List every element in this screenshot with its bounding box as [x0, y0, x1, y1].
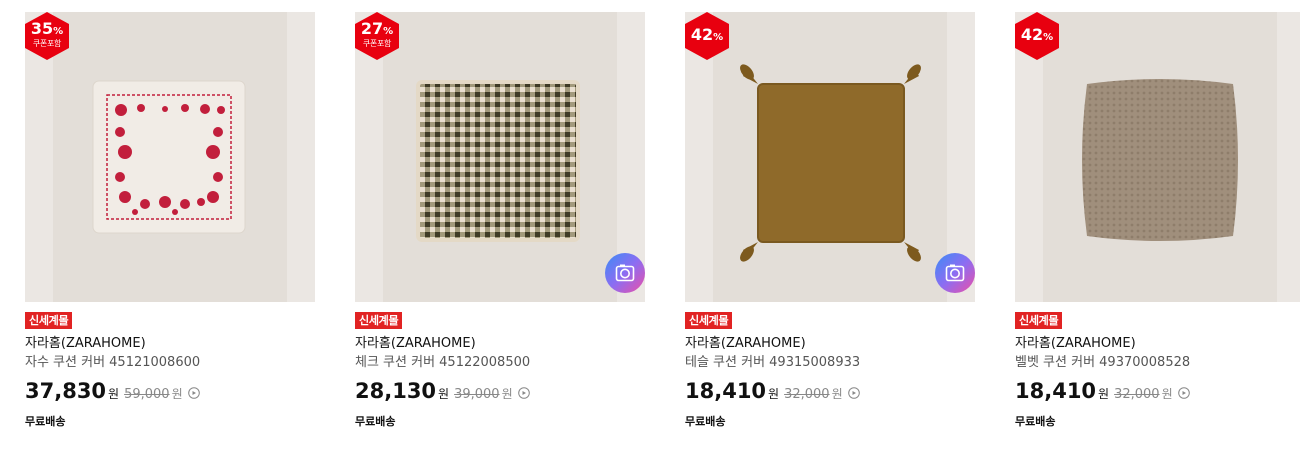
- info-circle-icon[interactable]: [1177, 387, 1190, 399]
- camera-icon: [615, 264, 635, 282]
- product-card[interactable]: 35% 쿠폰포함 신세계몰 자라홈(ZARAHOME) 자수 쿠션 커버 451…: [25, 12, 315, 452]
- brand-name[interactable]: 자라홈(ZARAHOME): [355, 336, 476, 352]
- sale-price: 18,410: [685, 379, 767, 403]
- product-name[interactable]: 자수 쿠션 커버 45121008600: [25, 355, 200, 371]
- mall-tag: 신세계몰: [1015, 312, 1063, 329]
- price-unit: 원: [768, 387, 780, 401]
- shipping-label: 무료배송: [25, 415, 66, 428]
- discount-badge: 42%: [1015, 12, 1059, 60]
- price-row: 37,830 원 59,000 원: [25, 378, 200, 404]
- discount-badge: 42%: [685, 12, 729, 60]
- product-image[interactable]: 27% 쿠폰포함: [355, 12, 645, 302]
- original-price-unit: 원: [171, 387, 183, 401]
- brand-name[interactable]: 자라홈(ZARAHOME): [1015, 336, 1136, 352]
- original-price-unit: 원: [1161, 387, 1173, 401]
- sale-price: 18,410: [1015, 379, 1097, 403]
- mall-tag: 신세계몰: [25, 312, 73, 329]
- discount-percent: 35: [30, 19, 54, 38]
- photo-review-button[interactable]: [605, 253, 645, 293]
- product-card[interactable]: 42% 신세계몰 자라홈(ZARAHOME) 테슬 쿠션 커버 49315008…: [685, 12, 975, 452]
- product-image[interactable]: 42%: [1015, 12, 1300, 302]
- sale-price: 37,830: [25, 379, 107, 403]
- camera-icon: [945, 264, 965, 282]
- shipping-label: 무료배송: [355, 415, 396, 428]
- photo-review-button[interactable]: [935, 253, 975, 293]
- product-grid: 35% 쿠폰포함 신세계몰 자라홈(ZARAHOME) 자수 쿠션 커버 451…: [0, 0, 1300, 467]
- info-circle-icon[interactable]: [847, 387, 860, 399]
- discount-percent: 42: [1020, 25, 1044, 44]
- shipping-label: 무료배송: [685, 415, 726, 428]
- brand-name[interactable]: 자라홈(ZARAHOME): [685, 336, 806, 352]
- product-name[interactable]: 벨벳 쿠션 커버 49370008528: [1015, 355, 1190, 371]
- original-price-unit: 원: [501, 387, 513, 401]
- discount-badge: 35% 쿠폰포함: [25, 12, 69, 60]
- discount-percent: 42: [690, 25, 714, 44]
- original-price-unit: 원: [831, 387, 843, 401]
- brand-name[interactable]: 자라홈(ZARAHOME): [25, 336, 146, 352]
- product-card[interactable]: 27% 쿠폰포함 신세계몰 자라홈(ZARAHOME) 체크 쿠션 커버 451…: [355, 12, 645, 452]
- price-row: 18,410 원 32,000 원: [1015, 378, 1190, 404]
- sale-price: 28,130: [355, 379, 437, 403]
- coupon-label: 쿠폰포함: [362, 39, 392, 48]
- original-price: 59,000: [124, 387, 170, 402]
- product-name[interactable]: 테슬 쿠션 커버 49315008933: [685, 355, 860, 371]
- mall-tag: 신세계몰: [685, 312, 733, 329]
- info-circle-icon[interactable]: [187, 387, 200, 399]
- original-price: 32,000: [784, 387, 830, 402]
- price-row: 28,130 원 39,000 원: [355, 378, 530, 404]
- product-image[interactable]: 42%: [685, 12, 975, 302]
- original-price: 32,000: [1114, 387, 1160, 402]
- product-name[interactable]: 체크 쿠션 커버 45122008500: [355, 355, 530, 371]
- info-circle-icon[interactable]: [517, 387, 530, 399]
- discount-percent: 27: [360, 19, 384, 38]
- shipping-label: 무료배송: [1015, 415, 1056, 428]
- product-image[interactable]: 35% 쿠폰포함: [25, 12, 315, 302]
- discount-badge: 27% 쿠폰포함: [355, 12, 399, 60]
- price-unit: 원: [108, 387, 120, 401]
- coupon-label: 쿠폰포함: [32, 39, 62, 48]
- original-price: 39,000: [454, 387, 500, 402]
- mall-tag: 신세계몰: [355, 312, 403, 329]
- price-unit: 원: [1098, 387, 1110, 401]
- price-row: 18,410 원 32,000 원: [685, 378, 860, 404]
- price-unit: 원: [438, 387, 450, 401]
- product-card[interactable]: 42% 신세계몰 자라홈(ZARAHOME) 벨벳 쿠션 커버 49370008…: [1015, 12, 1300, 452]
